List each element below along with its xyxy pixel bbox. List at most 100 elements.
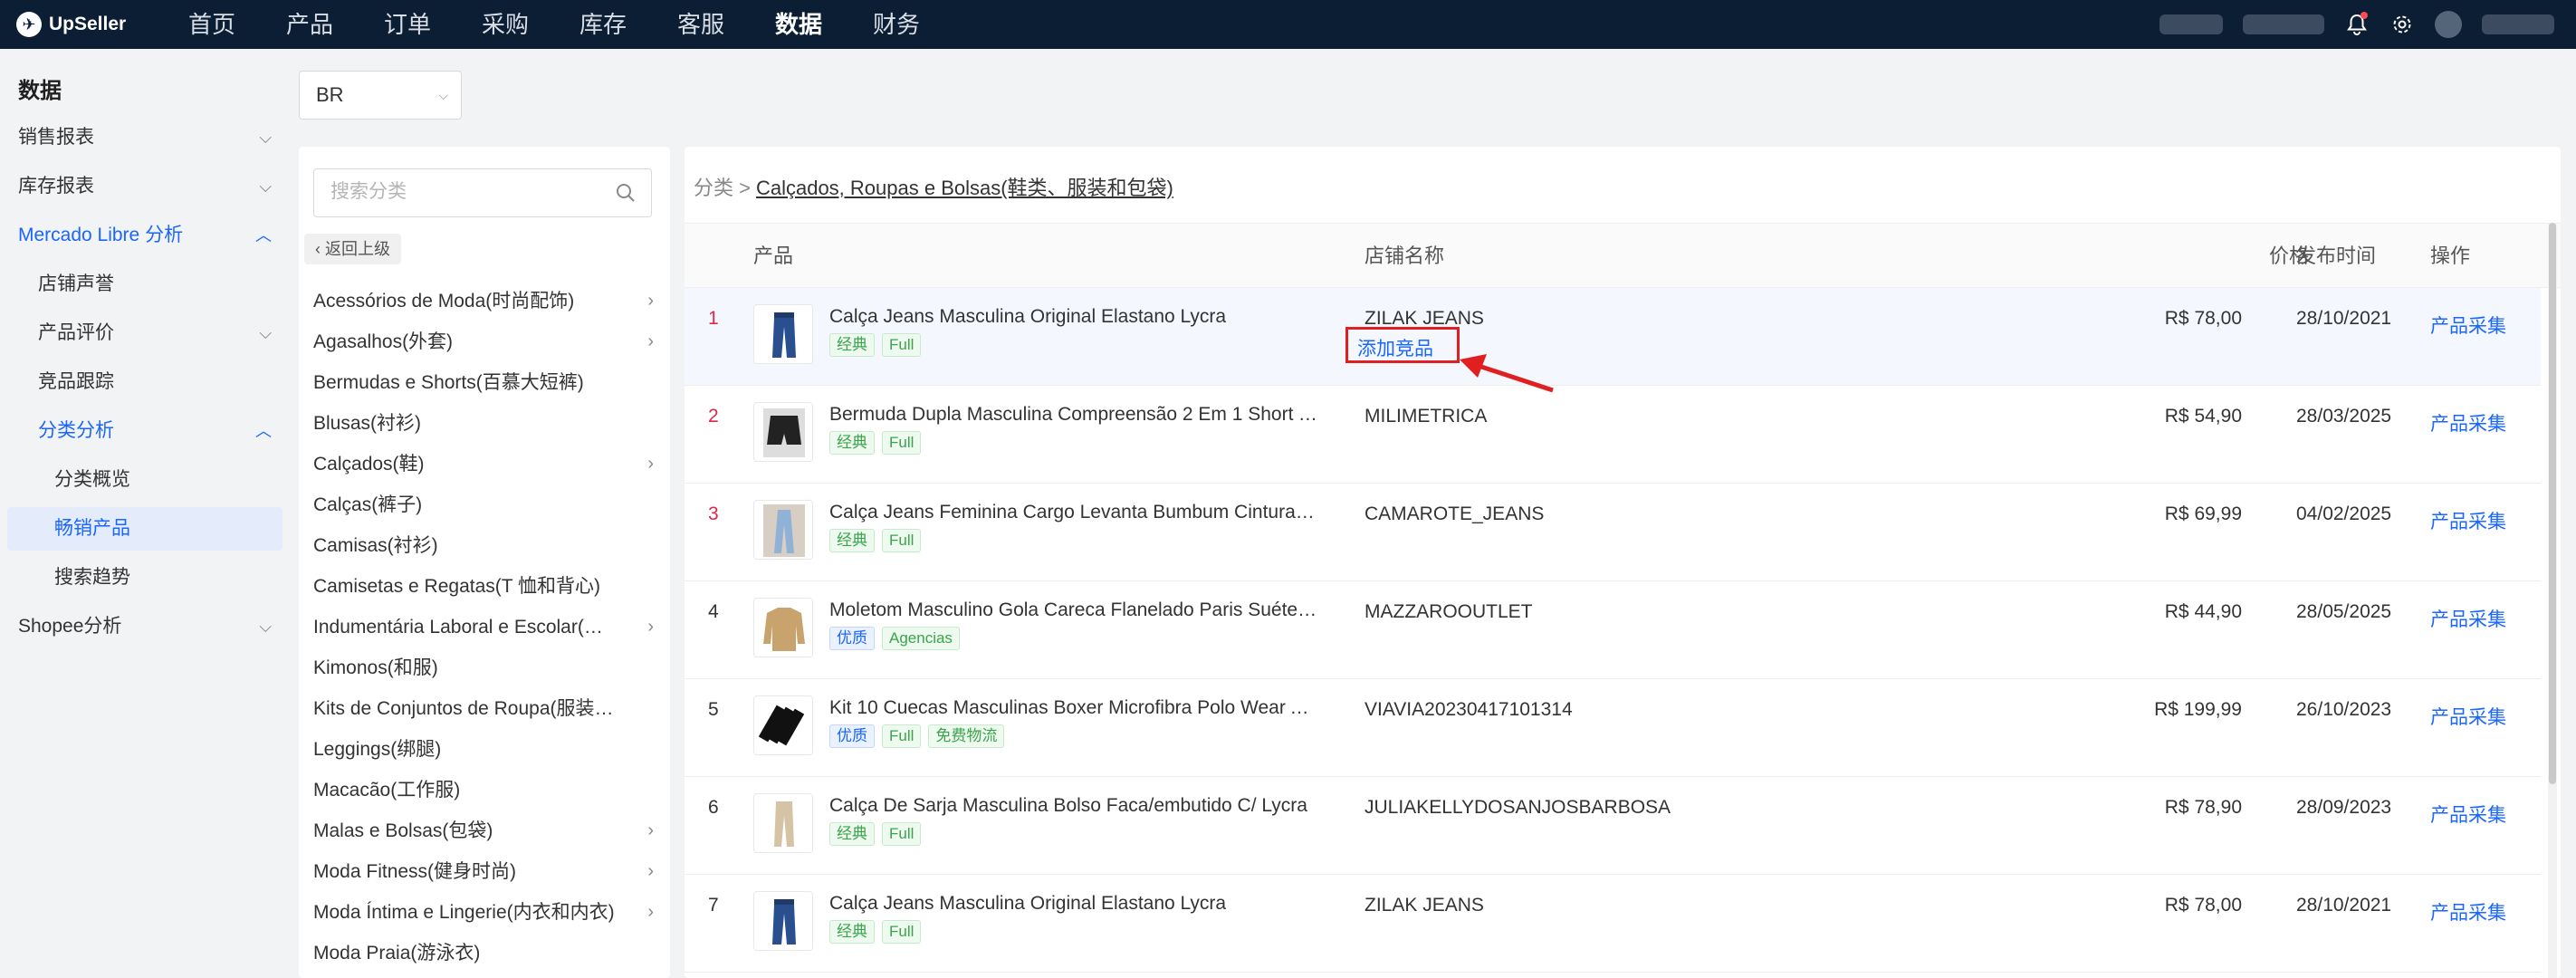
category-item[interactable]: Calças(裤子) — [313, 484, 661, 525]
publish-date: 28/09/2023 — [2296, 797, 2392, 818]
sidebar-item-label: 销售报表 — [18, 127, 94, 148]
category-item[interactable]: Moda Praia(游泳衣) — [313, 933, 661, 973]
blurred-username[interactable] — [2482, 14, 2554, 34]
category-item[interactable]: Moda Fitness(健身时尚) › — [313, 851, 661, 892]
category-search-input[interactable] — [330, 169, 602, 215]
sidebar-item-label: 分类分析 — [38, 420, 114, 441]
sidebar-title: 数据 — [18, 79, 62, 103]
product-thumbnail[interactable] — [753, 793, 813, 853]
chevron-down-icon: ⌵ — [259, 177, 272, 196]
gear-icon[interactable] — [2389, 12, 2415, 37]
rank-number: 6 — [708, 797, 719, 818]
nav-item-purchasing[interactable]: 采购 — [456, 0, 554, 49]
category-item[interactable]: Indumentária Laboral e Escolar(工作服和校服) › — [313, 607, 661, 647]
category-item[interactable]: Bermudas e Shorts(百慕大短裤) — [313, 362, 661, 403]
scrollbar[interactable] — [2548, 223, 2557, 978]
sidebar-item-category-analysis[interactable]: 分类分析 ︿ — [0, 409, 292, 453]
add-competitor-link[interactable]: 添加竞品 — [1357, 334, 1433, 361]
nav-item-products[interactable]: 产品 — [261, 0, 359, 49]
product-tag: 免费物流 — [928, 724, 1005, 748]
sidebar-item-store-reputation[interactable]: 店铺声誉 — [0, 263, 292, 306]
product-thumbnail[interactable] — [753, 402, 813, 462]
product-name[interactable]: Bermuda Dupla Masculina Compreensão 2 Em… — [829, 404, 1318, 426]
header-date[interactable]: 发布时间 — [2296, 224, 2376, 289]
table-row: 5 Kit 10 Cuecas Masculinas Boxer Microfib… — [685, 679, 2541, 777]
product-name[interactable]: Calça Jeans Feminina Cargo Levanta Bumbu… — [829, 502, 1318, 523]
collect-product-link[interactable]: 产品采集 — [2430, 605, 2506, 632]
sidebar-item-competitor-tracking[interactable]: 竞品跟踪 — [0, 360, 292, 404]
category-item[interactable]: Calçados(鞋) › — [313, 444, 661, 484]
publish-date: 26/10/2023 — [2296, 699, 2392, 720]
category-label: Moda Fitness(健身时尚) — [313, 861, 517, 882]
rank-number: 4 — [708, 601, 719, 622]
product-thumbnail[interactable] — [753, 598, 813, 657]
sidebar-item-product-reviews[interactable]: 产品评价 ⌵ — [0, 312, 292, 355]
breadcrumb-current[interactable]: Calçados, Roupas e Bolsas(鞋类、服装和包袋) — [756, 177, 1173, 199]
sidebar-item-sales-report[interactable]: 销售报表 ⌵ — [0, 116, 292, 159]
sidebar-item-best-sellers[interactable]: 畅销产品 — [7, 507, 282, 551]
collect-product-link[interactable]: 产品采集 — [2430, 409, 2506, 436]
category-label: Leggings(绑腿) — [313, 739, 442, 760]
collect-product-link[interactable]: 产品采集 — [2430, 507, 2506, 534]
sidebar-item-search-trends[interactable]: 搜索趋势 — [0, 556, 292, 599]
table-row: 2 Bermuda Dupla Masculina Compreensão 2 E… — [685, 386, 2541, 484]
sidebar-item-shopee[interactable]: Shopee分析 ⌵ — [0, 605, 292, 648]
shop-name: MAZZAROOUTLET — [1365, 601, 1533, 622]
product-name[interactable]: Calça De Sarja Masculina Bolso Faca/embu… — [829, 795, 1318, 817]
table-row: 7 Calça Jeans Masculina Original Elastano… — [685, 875, 2541, 973]
category-item[interactable]: Moda Íntima e Lingerie(内衣和内衣) › — [313, 892, 661, 933]
back-to-parent-button[interactable]: ‹ 返回上级 — [304, 234, 401, 264]
nav-item-customer-service[interactable]: 客服 — [652, 0, 750, 49]
bell-icon[interactable] — [2344, 12, 2370, 37]
product-name[interactable]: Calça Jeans Masculina Original Elastano … — [829, 306, 1318, 328]
nav-item-orders[interactable]: 订单 — [359, 0, 456, 49]
product-tag: Full — [882, 431, 922, 455]
table-row: 3 Calça Jeans Feminina Cargo Levanta Bumb… — [685, 484, 2541, 581]
product-thumbnail[interactable] — [753, 304, 813, 364]
category-label: Moda Praia(游泳衣) — [313, 943, 481, 964]
sidebar-item-inventory-report[interactable]: 库存报表 ⌵ — [0, 165, 292, 208]
price: R$ 54,90 — [2164, 406, 2242, 427]
product-thumbnail[interactable] — [753, 695, 813, 755]
category-item[interactable]: Camisas(衬衫) — [313, 525, 661, 566]
collect-product-link[interactable]: 产品采集 — [2430, 801, 2506, 828]
category-item[interactable]: Kits de Conjuntos de Roupa(服装套装) — [313, 688, 661, 729]
category-item[interactable]: Blusas(衬衫) — [313, 403, 661, 444]
product-thumbnail[interactable] — [753, 500, 813, 560]
category-label: Malas e Bolsas(包袋) — [313, 820, 493, 841]
product-tag: Agencias — [882, 627, 960, 650]
avatar[interactable] — [2435, 11, 2462, 38]
main-nav: 首页 产品 订单 采购 库存 客服 数据 财务 — [163, 0, 945, 49]
product-thumbnail[interactable] — [753, 891, 813, 951]
scrollbar-thumb[interactable] — [2549, 223, 2556, 784]
nav-item-inventory[interactable]: 库存 — [554, 0, 652, 49]
nav-item-home[interactable]: 首页 — [163, 0, 261, 49]
sidebar-item-mercado-libre[interactable]: Mercado Libre 分析 ︿ — [0, 214, 292, 257]
category-item[interactable]: Macacão(工作服) — [313, 770, 661, 810]
category-item[interactable]: Camisetas e Regatas(T 恤和背心) — [313, 566, 661, 607]
country-select[interactable]: BR ⌵ — [299, 71, 462, 120]
nav-item-finance[interactable]: 财务 — [847, 0, 945, 49]
collect-product-link[interactable]: 产品采集 — [2430, 898, 2506, 925]
category-item[interactable]: Leggings(绑腿) — [313, 729, 661, 770]
product-name[interactable]: Calça Jeans Masculina Original Elastano … — [829, 893, 1318, 915]
product-name[interactable]: Kit 10 Cuecas Masculinas Boxer Microfibr… — [829, 697, 1318, 719]
sidebar-item-category-overview[interactable]: 分类概览 — [0, 458, 292, 502]
chevron-down-icon: ⌵ — [438, 88, 448, 102]
chevron-down-icon: ⌵ — [259, 129, 272, 147]
category-item[interactable]: Acessórios de Moda(时尚配饰) › — [313, 281, 661, 321]
product-name[interactable]: Moletom Masculino Gola Careca Flanelado … — [829, 599, 1318, 621]
category-item[interactable]: Malas e Bolsas(包袋) › — [313, 810, 661, 851]
category-item[interactable]: Agasalhos(外套) › — [313, 321, 661, 362]
upseller-logo[interactable]: ✈ UpSeller — [16, 9, 126, 40]
category-item[interactable]: Kimonos(和服) — [313, 647, 661, 688]
collect-product-link[interactable]: 产品采集 — [2430, 703, 2506, 730]
search-icon[interactable] — [615, 182, 637, 204]
chevron-right-icon: › — [647, 617, 654, 637]
back-label: 返回上级 — [325, 240, 390, 258]
collect-product-link[interactable]: 产品采集 — [2430, 312, 2506, 339]
shop-name: MILIMETRICA — [1365, 406, 1488, 427]
add-competitor-highlight: 添加竞品 — [1345, 327, 1460, 363]
nav-item-data[interactable]: 数据 — [750, 0, 847, 49]
product-tags: 经典 Full — [829, 822, 922, 846]
